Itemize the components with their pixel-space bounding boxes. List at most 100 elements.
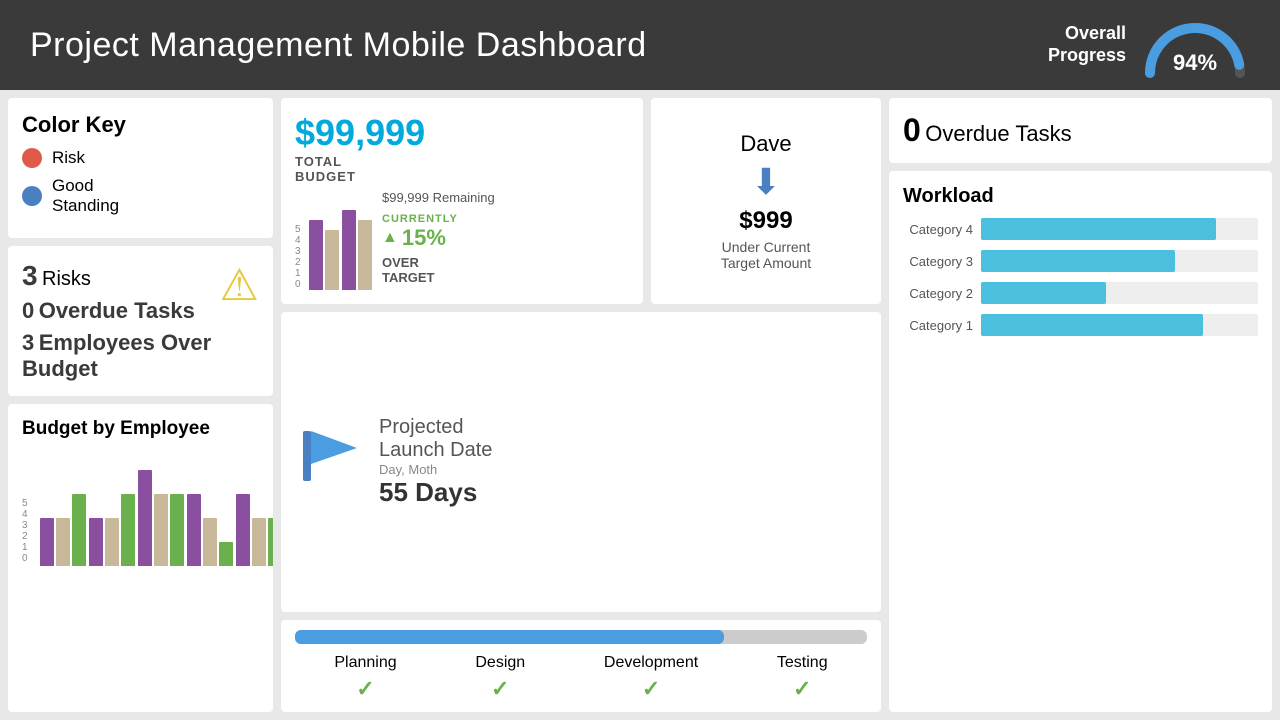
bar-group xyxy=(138,470,184,566)
workload-bar-track-1 xyxy=(981,314,1258,336)
overall-progress-label: OverallProgress xyxy=(1048,23,1126,66)
risk-dot xyxy=(22,148,42,168)
page-title: Project Management Mobile Dashboard xyxy=(30,26,647,65)
risks-over-budget: 3 Employees Over Budget xyxy=(22,330,220,382)
y-axis: 012345 xyxy=(22,498,36,566)
dave-amount: $999 xyxy=(739,207,792,235)
overdue-tasks-label: Overdue Tasks xyxy=(925,121,1071,146)
risk-label: Risk xyxy=(52,148,85,168)
currently-pct: ▲ 15% xyxy=(382,225,629,251)
workload-row-cat2: Category 2 xyxy=(903,282,1258,304)
workload-cat2-label: Category 2 xyxy=(903,286,973,301)
mini-bar-group-1 xyxy=(309,220,339,290)
bar-segment xyxy=(219,542,233,566)
bar-group xyxy=(89,494,135,566)
overdue-label: Overdue Tasks xyxy=(39,298,195,323)
phase-testing: Testing ✓ xyxy=(777,654,828,702)
bar-segment xyxy=(154,494,168,566)
budget-chart: 012345 xyxy=(22,446,273,566)
bar-group xyxy=(236,494,273,566)
phases-bar-fill xyxy=(295,630,724,644)
color-key-item-risk: Risk xyxy=(22,148,259,168)
bar-tan-1 xyxy=(325,230,339,290)
left-column: Color Key Risk GoodStanding 3 Risks 0 Ov… xyxy=(8,98,273,712)
flag-icon xyxy=(295,426,365,499)
workload-row-cat4: Category 4 xyxy=(903,218,1258,240)
workload-cat3-label: Category 3 xyxy=(903,254,973,269)
risks-label: Risks xyxy=(42,268,91,290)
bar-segment xyxy=(105,518,119,566)
phase-planning: Planning ✓ xyxy=(334,654,396,702)
risks-top: 3 Risks 0 Overdue Tasks 3 Employees Over… xyxy=(22,260,259,382)
dave-name: Dave xyxy=(740,131,791,157)
total-budget-card: $99,999 TOTALBUDGET 0 1 2 3 4 5 xyxy=(281,98,643,304)
workload-cat4-label: Category 4 xyxy=(903,222,973,237)
bar-segment xyxy=(187,494,201,566)
workload-bar-track-3 xyxy=(981,250,1258,272)
budget-chart-layout: 012345 Total budget Target Amount Used xyxy=(22,446,259,566)
workload-card: Workload Category 4 Category 3 Category … xyxy=(889,171,1272,712)
workload-cat1-label: Category 1 xyxy=(903,318,973,333)
currently-label: CURRENTLY xyxy=(382,213,629,225)
workload-bar-fill-3 xyxy=(981,250,1175,272)
bar-purple-1 xyxy=(309,220,323,290)
phase-planning-label: Planning xyxy=(334,654,396,672)
bar-tan-2 xyxy=(358,220,372,290)
mini-y-axis: 0 1 2 3 4 5 xyxy=(295,224,307,290)
bar-segment xyxy=(72,494,86,566)
phase-planning-check: ✓ xyxy=(356,676,374,702)
budget-employee-title: Budget by Employee xyxy=(22,418,259,440)
launch-text: ProjectedLaunch Date Day, Moth 55 Days xyxy=(379,416,492,508)
risks-card: 3 Risks 0 Overdue Tasks 3 Employees Over… xyxy=(8,246,273,396)
bar-segment xyxy=(121,494,135,566)
over-budget-label: Employees Over Budget xyxy=(22,330,211,381)
launch-date: Day, Moth xyxy=(379,462,492,477)
over-target: OVERTARGET xyxy=(382,255,629,285)
right-column: 0 Overdue Tasks Workload Category 4 Cate… xyxy=(889,98,1272,712)
over-budget-count: 3 xyxy=(22,330,34,355)
bar-segment xyxy=(203,518,217,566)
up-arrow: ▲ xyxy=(382,229,398,247)
main-grid: Color Key Risk GoodStanding 3 Risks 0 Ov… xyxy=(0,90,1280,720)
budget-amount: $99,999 xyxy=(295,112,425,154)
workload-row-cat1: Category 1 xyxy=(903,314,1258,336)
dave-card: Dave ⬇ $999 Under CurrentTarget Amount xyxy=(651,98,881,304)
mini-bar-group-2 xyxy=(342,210,372,290)
workload-bar-fill-2 xyxy=(981,282,1106,304)
launch-days: 55 Days xyxy=(379,477,492,508)
overall-progress: OverallProgress 94% xyxy=(1048,13,1250,78)
bar-group xyxy=(40,494,86,566)
bars-area xyxy=(40,470,273,566)
bar-segment xyxy=(89,518,103,566)
overdue-count: 0 xyxy=(22,298,34,323)
pct-value: 15% xyxy=(402,225,446,251)
phases-bar-track xyxy=(295,630,867,644)
bar-segment xyxy=(40,518,54,566)
budget-stats: $99,999 Remaining CURRENTLY ▲ 15% OVERTA… xyxy=(382,190,629,290)
risks-count: 3 xyxy=(22,260,38,291)
good-label: GoodStanding xyxy=(52,176,119,216)
overdue-tasks-card: 0 Overdue Tasks xyxy=(889,98,1272,163)
gauge-chart: 94% xyxy=(1140,13,1250,78)
middle-top-row: $99,999 TOTALBUDGET 0 1 2 3 4 5 xyxy=(281,98,881,304)
mini-bar-chart: 0 1 2 3 4 5 xyxy=(295,190,372,290)
launch-title: ProjectedLaunch Date xyxy=(379,416,492,462)
warning-icon: ⚠ xyxy=(220,260,259,311)
budget-employee-card: Budget by Employee 012345 Total budget xyxy=(8,404,273,712)
risks-summary: 3 Risks 0 Overdue Tasks 3 Employees Over… xyxy=(22,260,220,382)
dave-arrow-icon: ⬇ xyxy=(751,161,781,203)
bar-segment xyxy=(268,518,273,566)
dave-sub: Under CurrentTarget Amount xyxy=(721,239,811,271)
phase-design-check: ✓ xyxy=(491,676,509,702)
bar-segment xyxy=(252,518,266,566)
workload-bar-fill-1 xyxy=(981,314,1203,336)
header: Project Management Mobile Dashboard Over… xyxy=(0,0,1280,90)
color-key-card: Color Key Risk GoodStanding xyxy=(8,98,273,238)
workload-title: Workload xyxy=(903,185,1258,208)
launch-card: ProjectedLaunch Date Day, Moth 55 Days xyxy=(281,312,881,612)
budget-remaining: $99,999 Remaining xyxy=(382,190,629,205)
gauge-percent: 94% xyxy=(1140,50,1250,76)
budget-header: $99,999 TOTALBUDGET xyxy=(295,112,629,184)
risks-overdue: 0 Overdue Tasks xyxy=(22,298,220,324)
good-dot xyxy=(22,186,42,206)
